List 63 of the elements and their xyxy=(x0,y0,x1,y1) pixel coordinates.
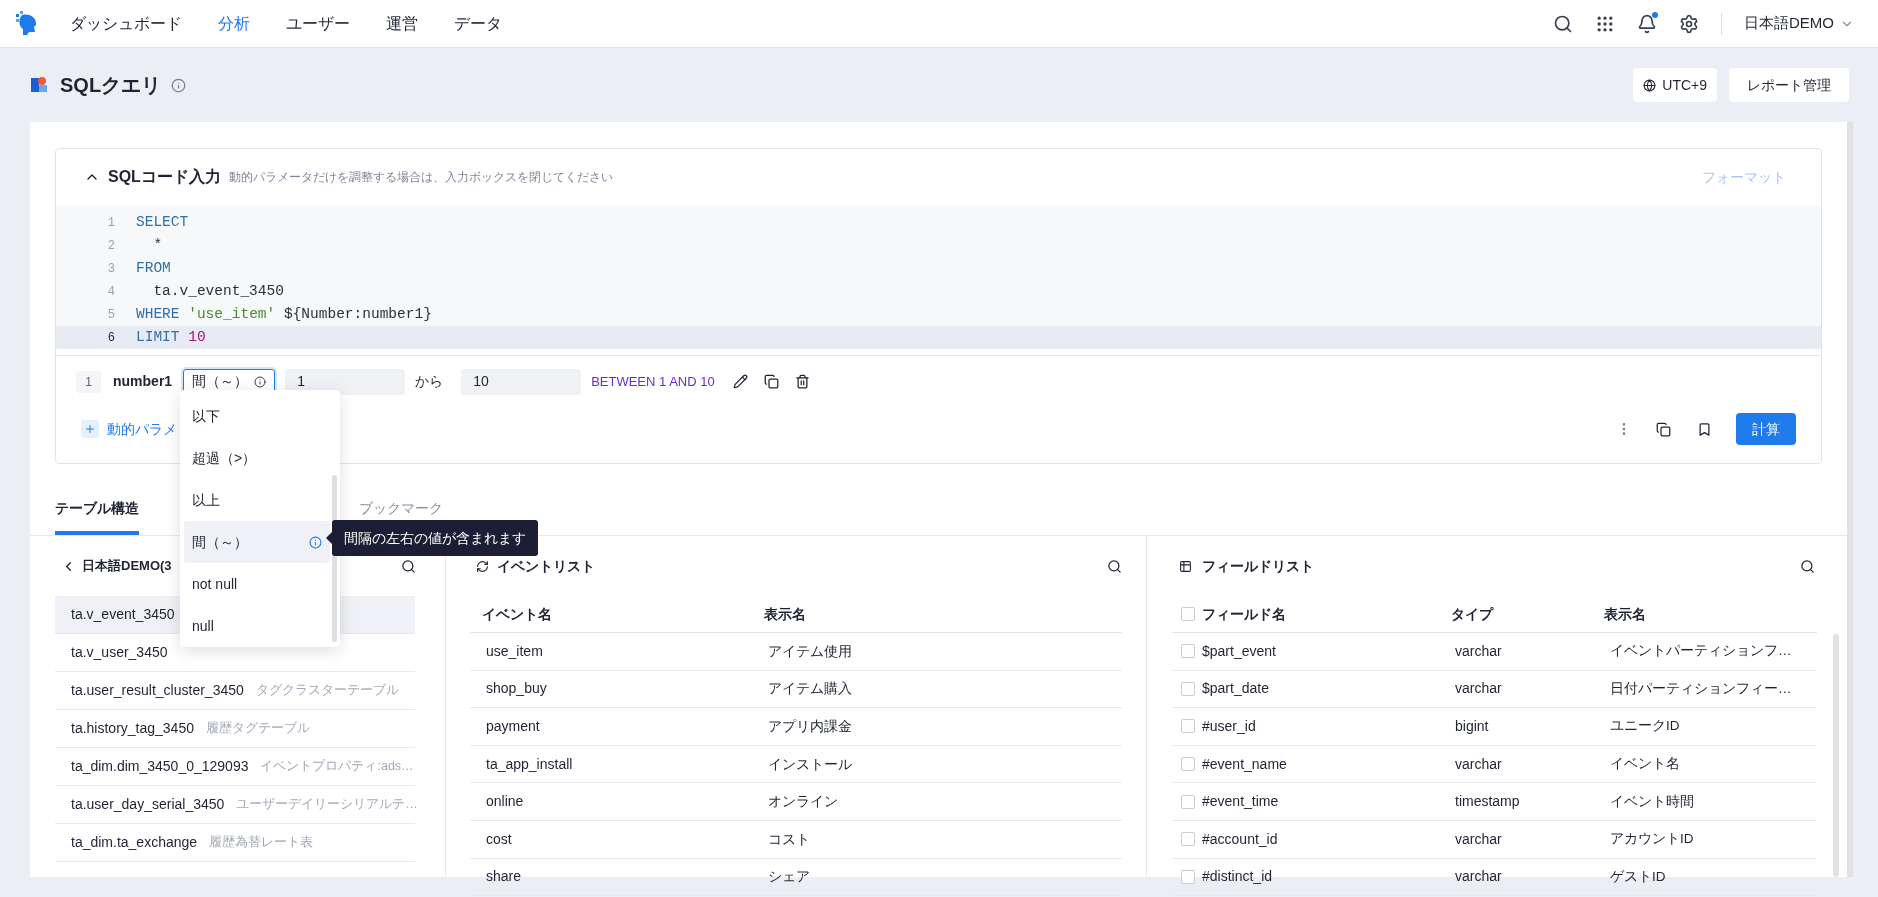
code-line: WHERE 'use_item' ${Number:number1} xyxy=(136,304,432,324)
line-number: 1 xyxy=(106,214,115,232)
table-cell-text: varchar xyxy=(1455,829,1503,849)
column-header: タイプ xyxy=(1451,604,1495,624)
table-cell-text: シェア xyxy=(767,867,810,887)
column-header: イベント名 xyxy=(481,604,553,624)
panel-title: フィールドリスト xyxy=(1202,556,1314,576)
line-number: 2 xyxy=(106,237,115,255)
table-cell-text: bigint xyxy=(1455,717,1490,736)
table-cell-text: #event_time xyxy=(1201,792,1280,812)
line-number: 3 xyxy=(106,260,115,278)
line-number: 4 xyxy=(106,283,115,301)
table-cell-text: varchar xyxy=(1455,867,1503,887)
code-line: ta.v_event_3450 xyxy=(152,281,284,301)
table-cell-text: use_item xyxy=(485,641,544,661)
table-cell-text: payment xyxy=(485,717,541,736)
section-title: SQLコード入力 xyxy=(108,167,221,187)
table-cell-text: ta_app_install xyxy=(485,754,574,774)
table-cell-text: イベントパーティションフ… xyxy=(1610,642,1792,661)
table-cell-text: イベント名 xyxy=(1610,754,1680,773)
table-cell-text: #user_id xyxy=(1201,717,1257,736)
table-cell-text: アイテム購入 xyxy=(767,679,852,699)
table-cell-text: アプリ内課金 xyxy=(767,717,852,736)
table-cell-text: #account_id xyxy=(1201,829,1279,849)
table-cell-text: varchar xyxy=(1455,641,1503,661)
column-header: フィールド名 xyxy=(1201,604,1287,624)
table-cell-text: varchar xyxy=(1455,754,1503,774)
panel-title: イベントリスト xyxy=(497,556,595,576)
table-cell-text: イベント時間 xyxy=(1610,792,1694,811)
table-cell-text: shop_buy xyxy=(485,679,548,699)
table-cell-text: varchar xyxy=(1455,679,1503,699)
page-title: SQLクエリ xyxy=(60,73,162,98)
tooltip: 間隔の左右の値が含まれます xyxy=(326,520,538,556)
line-number: 6 xyxy=(106,329,115,347)
connector-text: から xyxy=(415,372,444,391)
hint-text: 動的パラメータだけを調整する場合は、入力ボックスを閉じてください xyxy=(228,169,613,186)
table-cell-text: インストール xyxy=(767,754,852,774)
column-header: 表示名 xyxy=(763,604,806,624)
table-cell-text: cost xyxy=(485,829,513,849)
parameter-name: number1 xyxy=(113,372,173,391)
code-line: LIMIT 10 xyxy=(136,327,206,347)
table-cell-text: 日付パーティションフィー… xyxy=(1610,679,1792,698)
table-cell-text: #event_name xyxy=(1201,754,1288,774)
table-cell-text: share xyxy=(485,867,523,887)
table-cell-text: コスト xyxy=(767,829,810,849)
table-cell-text: オンライン xyxy=(767,792,838,812)
table-cell-text: $part_event xyxy=(1201,641,1277,661)
table-cell-text: #distinct_id xyxy=(1201,867,1274,887)
table-cell-text: timestamp xyxy=(1455,792,1521,812)
line-number: 5 xyxy=(106,306,115,324)
table-cell-text: ユニークID xyxy=(1610,717,1680,736)
table-cell-text: アイテム使用 xyxy=(767,641,852,661)
parameter-index: 1 xyxy=(76,370,101,393)
code-line: * xyxy=(152,235,163,255)
table-cell-text: アカウントID xyxy=(1610,830,1694,849)
code-line: SELECT xyxy=(136,212,189,232)
table-cell-text: $part_date xyxy=(1201,679,1270,699)
table-cell-text: online xyxy=(485,792,525,812)
column-header: 表示名 xyxy=(1604,604,1646,624)
table-cell-text: ゲストID xyxy=(1610,867,1666,886)
code-line: FROM xyxy=(136,258,171,278)
condition-preview: BETWEEN 1 AND 10 xyxy=(591,372,715,391)
database-title: 日本語DEMO(3 xyxy=(82,557,172,576)
